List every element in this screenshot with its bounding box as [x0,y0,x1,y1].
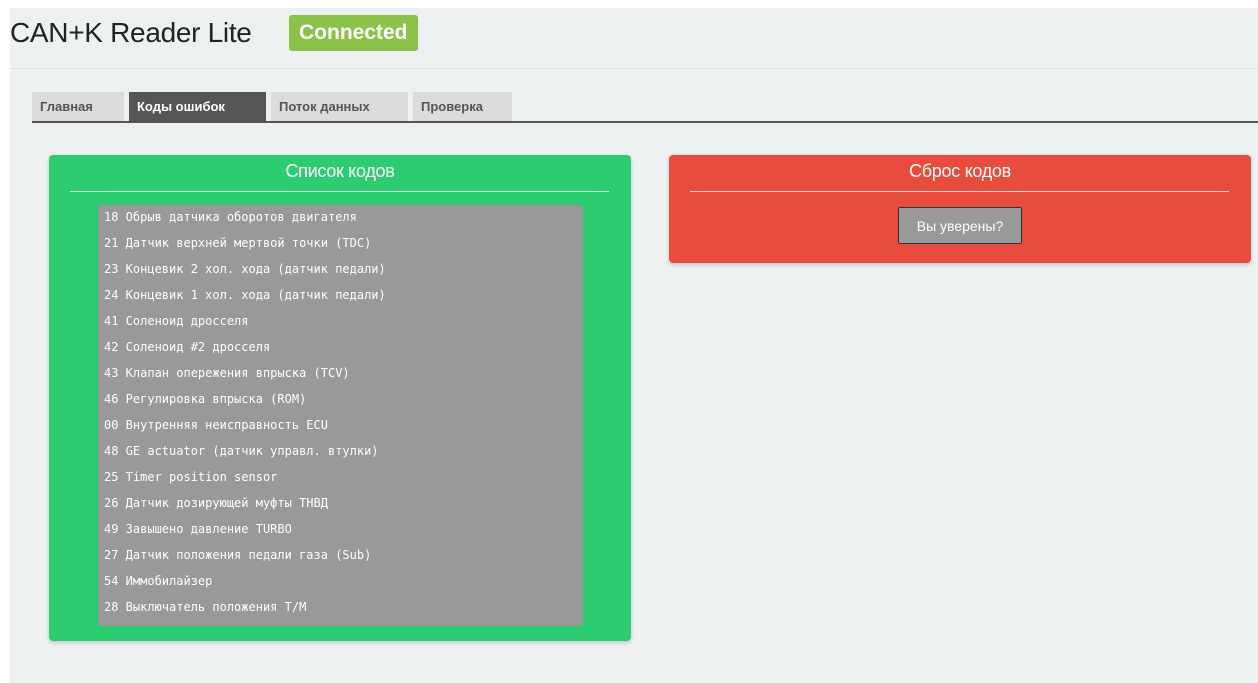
error-code-item: 25 Timer position sensor [104,470,278,484]
error-code-item: 54 Иммобилайзер [104,574,213,588]
error-code-item: 27 Датчик положения педали газа (Sub) [104,548,372,562]
tab-data-stream[interactable]: Поток данных [271,92,408,121]
tab-bar: Главная Коды ошибок Поток данных Проверк… [32,92,1258,123]
codes-list-title: Список кодов [285,161,395,181]
app-page: CAN+K Reader Lite Connected Главная Коды… [10,8,1258,683]
error-code-item: 24 Концевик 1 хол. хода (датчик педали) [104,288,386,302]
error-code-item: 18 Обрыв датчика оборотов двигателя [104,210,357,224]
error-code-item: 48 GE actuator (датчик управл. втулки) [104,444,379,458]
error-code-item: 00 Внутренняя неисправность ECU [104,418,328,432]
tab-error-codes[interactable]: Коды ошибок [129,92,266,121]
error-code-item: 28 Выключатель положения T/M [104,600,307,614]
error-code-item: 23 Концевик 2 хол. хода (датчик педали) [104,262,386,276]
app-title: CAN+K Reader Lite [10,17,252,48]
error-code-item: 41 Соленоид дросселя [104,314,249,328]
confirm-reset-button[interactable]: Вы уверены? [898,207,1022,244]
error-code-item: 42 Соленоид #2 дросселя [104,340,271,354]
reset-codes-title: Сброс кодов [909,161,1011,181]
error-code-item: 46 Регулировка впрыска (ROM) [104,392,307,406]
reset-codes-panel: Сброс кодов Вы уверены? [669,155,1251,263]
error-code-item: 26 Датчик дозирующей муфты ТНВД [104,496,328,510]
error-code-list[interactable]: 18 Обрыв датчика оборотов двигателя 21 Д… [98,205,583,626]
codes-list-panel: Список кодов 18 Обрыв датчика оборотов д… [49,155,631,641]
app-header: CAN+K Reader Lite Connected [10,8,1258,69]
error-code-item: 49 Завышено давление TURBO [104,522,292,536]
error-code-item: 21 Датчик верхней мертвой точки (TDC) [104,236,372,250]
connection-status-badge: Connected [289,15,418,51]
tab-main[interactable]: Главная [32,92,124,121]
tab-check[interactable]: Проверка [413,92,512,121]
error-code-item: 43 Клапан опережения впрыска (TCV) [104,366,350,380]
panel-divider [690,191,1229,192]
panel-divider [70,191,609,192]
